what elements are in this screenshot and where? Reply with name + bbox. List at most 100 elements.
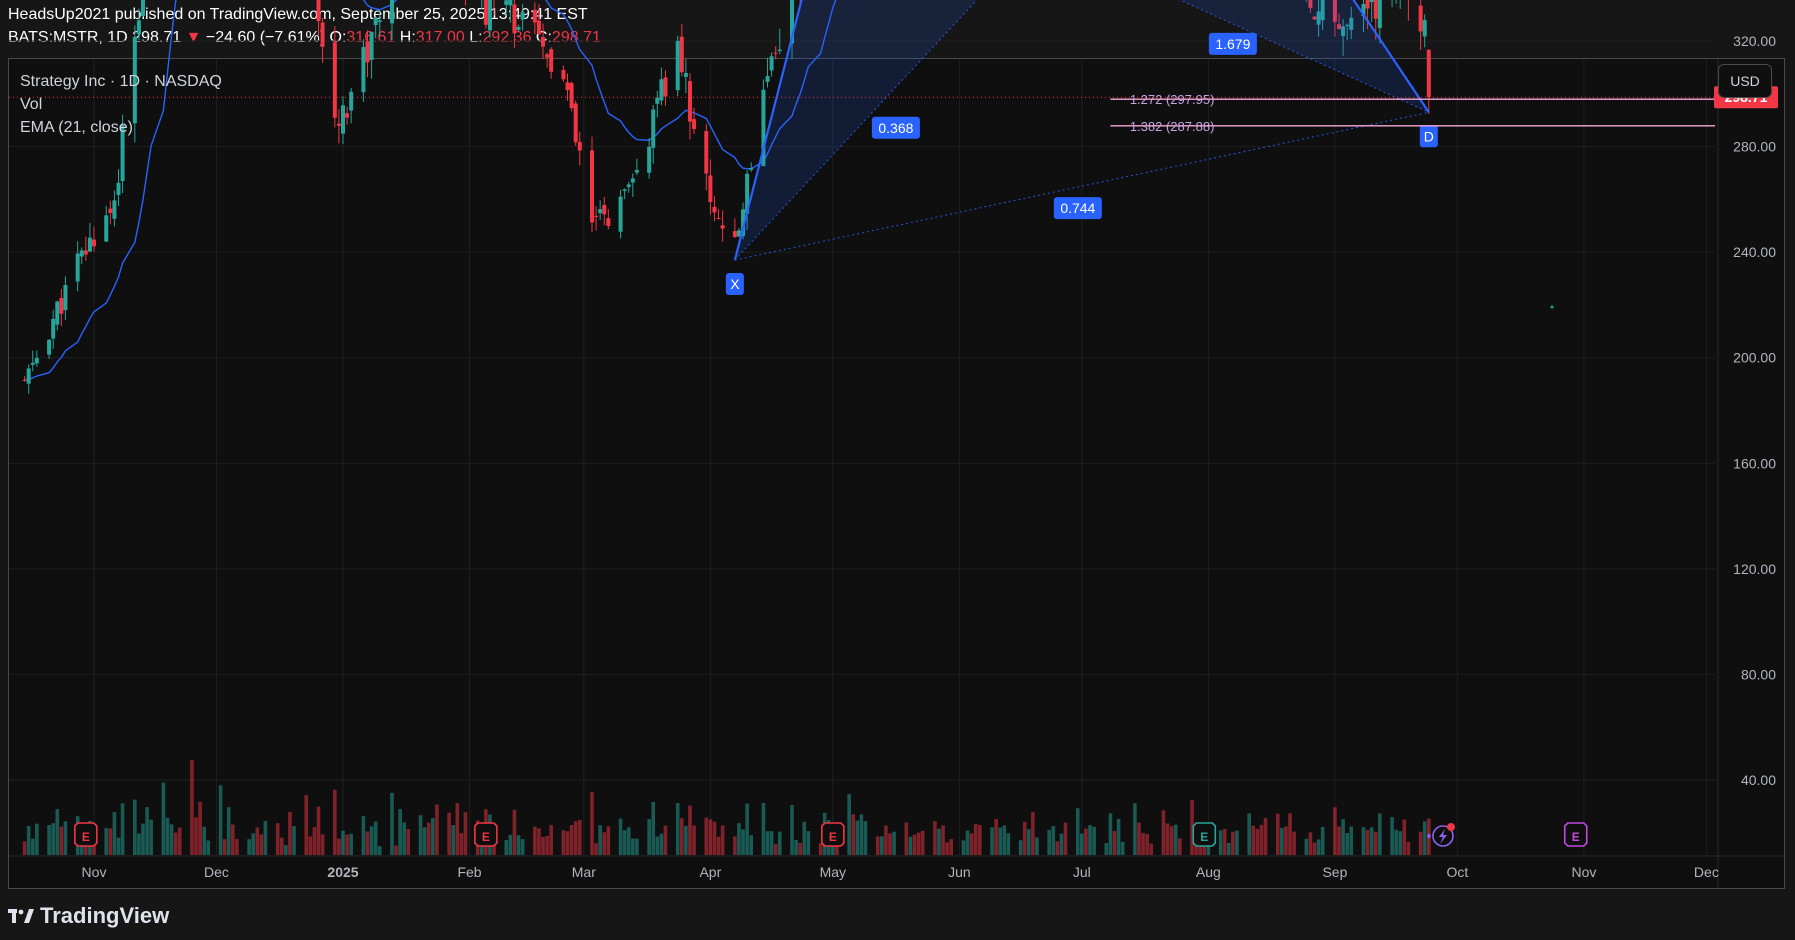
volume-bar bbox=[875, 836, 880, 855]
candle-body bbox=[618, 196, 623, 232]
candle-body bbox=[565, 82, 570, 90]
volume-bar bbox=[1398, 831, 1403, 855]
volume-bar bbox=[863, 821, 868, 855]
volume-bar bbox=[626, 827, 631, 855]
candle-body bbox=[361, 46, 366, 93]
candle-body bbox=[647, 146, 652, 173]
candle-body bbox=[1369, 0, 1374, 3]
legend-ema[interactable]: EMA (21, close) bbox=[20, 116, 222, 139]
volume-bar bbox=[1161, 810, 1166, 855]
volume-bar bbox=[663, 825, 668, 855]
earnings-icon-letter: E bbox=[829, 830, 837, 844]
volume-bar bbox=[1226, 842, 1231, 855]
volume-bar bbox=[945, 842, 949, 855]
volume-bar bbox=[761, 802, 766, 855]
volume-bar bbox=[251, 833, 255, 855]
volume-bar bbox=[937, 828, 941, 855]
volume-bar bbox=[275, 823, 280, 855]
volume-bar bbox=[333, 789, 337, 855]
x-tick-label: Aug bbox=[1196, 864, 1221, 880]
event-markers: EEEEE bbox=[74, 822, 1588, 847]
volume-bar bbox=[226, 807, 231, 855]
candle-body bbox=[545, 54, 550, 58]
volume-bar bbox=[120, 803, 125, 855]
volume-bar bbox=[794, 840, 798, 855]
volume-bar bbox=[777, 831, 782, 855]
volume-bar bbox=[1320, 827, 1325, 855]
volume-bar bbox=[1047, 829, 1051, 855]
currency-button[interactable]: USD bbox=[1718, 64, 1772, 98]
volume-bar bbox=[1002, 825, 1007, 855]
pattern-point-x: X bbox=[730, 276, 740, 292]
volume-bar bbox=[1031, 812, 1035, 855]
candle-body bbox=[341, 105, 345, 134]
candle-body bbox=[679, 36, 684, 73]
volume-bar bbox=[1288, 813, 1292, 855]
volume-bars bbox=[22, 760, 1431, 855]
volume-bar bbox=[631, 838, 635, 855]
candle-body bbox=[549, 49, 554, 72]
volume-bar bbox=[1112, 831, 1117, 855]
candle-body bbox=[773, 52, 778, 54]
candle-body bbox=[651, 109, 656, 148]
volume-bar bbox=[104, 828, 109, 855]
volume-bar bbox=[1378, 813, 1382, 855]
volume-bar bbox=[769, 831, 774, 855]
candle-body bbox=[47, 339, 52, 355]
volume-bar bbox=[35, 823, 39, 855]
volume-bar bbox=[165, 817, 170, 855]
volume-bar bbox=[1169, 826, 1174, 855]
volume-bar bbox=[202, 826, 207, 855]
candle-body bbox=[634, 169, 639, 173]
volume-bar bbox=[349, 833, 353, 855]
volume-bar bbox=[798, 842, 802, 855]
candle-body bbox=[75, 253, 80, 282]
volume-bar bbox=[916, 832, 921, 855]
alert-dot bbox=[1446, 823, 1455, 831]
volume-bar bbox=[47, 825, 51, 855]
candle-body bbox=[655, 97, 660, 104]
candle-body bbox=[1373, 0, 1378, 19]
tradingview-footer[interactable]: TradingView bbox=[8, 903, 169, 929]
volume-bar bbox=[1173, 824, 1178, 855]
volume-bar bbox=[949, 839, 954, 855]
legend-title[interactable]: Strategy Inc · 1D · NASDAQ bbox=[20, 70, 222, 93]
y-tick-label: 40.00 bbox=[1741, 772, 1776, 788]
volume-bar bbox=[1075, 808, 1080, 855]
volume-bar bbox=[1120, 841, 1125, 855]
volume-bar bbox=[169, 824, 174, 855]
volume-bar bbox=[675, 803, 680, 855]
volume-bar bbox=[994, 819, 998, 855]
candle-body bbox=[365, 41, 370, 63]
volume-bar bbox=[680, 818, 684, 855]
legend-volume[interactable]: Vol bbox=[20, 93, 222, 116]
volume-bar bbox=[880, 836, 884, 855]
candle-body bbox=[26, 368, 31, 384]
chart-canvas[interactable]: 40.00 80.00 120.00 160.00 200.00 240.00 280.00… bbox=[0, 0, 1795, 940]
x-tick-label: Apr bbox=[699, 864, 721, 880]
volume-bar bbox=[741, 829, 745, 855]
candle-body bbox=[516, 26, 521, 30]
volume-bar bbox=[369, 826, 374, 855]
volume-bar bbox=[1104, 842, 1109, 855]
volume-bar bbox=[1108, 813, 1113, 855]
candle-body bbox=[704, 131, 709, 174]
y-tick-label: 320.00 bbox=[1733, 33, 1776, 49]
volume-bar bbox=[373, 821, 378, 855]
volume-bar bbox=[1341, 819, 1345, 855]
volume-bar bbox=[520, 839, 525, 855]
volume-bar bbox=[855, 820, 860, 855]
volume-bar bbox=[998, 827, 1002, 855]
volume-bar bbox=[851, 814, 856, 855]
volume-bar bbox=[1312, 842, 1317, 855]
volume-bar bbox=[1247, 813, 1251, 855]
candle-body bbox=[692, 119, 697, 129]
volume-bar bbox=[1080, 833, 1084, 855]
candle-body bbox=[316, 0, 321, 22]
candle-body bbox=[1377, 0, 1382, 29]
volume-bar bbox=[30, 838, 35, 855]
volume-bar bbox=[1308, 832, 1313, 855]
volume-bar bbox=[1165, 823, 1170, 855]
candle-body bbox=[79, 250, 84, 257]
volume-bar bbox=[508, 834, 513, 855]
